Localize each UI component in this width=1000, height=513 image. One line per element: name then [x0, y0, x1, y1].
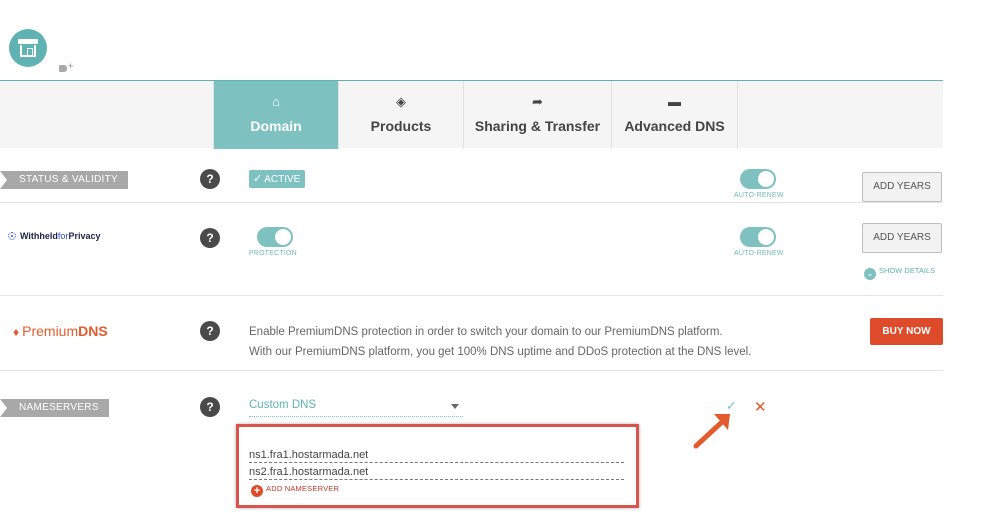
tab-label: Advanced DNS — [624, 118, 725, 134]
house-arrow-icon: ➦ — [532, 94, 543, 109]
premium-help-icon[interactable]: ? — [200, 321, 220, 341]
premium-dns-description: Enable PremiumDNS protection in order to… — [249, 326, 752, 358]
chevron-down-icon: ⌄ — [864, 268, 876, 280]
privacy-dot-icon — [8, 232, 16, 240]
nameservers-label: NAMESERVERS — [0, 399, 109, 417]
diamond-icon: ♦ — [13, 325, 20, 339]
add-years-button[interactable]: ADD YEARS — [862, 172, 942, 202]
divider — [0, 202, 943, 203]
nameservers-help-icon[interactable]: ? — [200, 397, 220, 417]
status-validity-label: STATUS & VALIDITY — [0, 171, 129, 189]
divider — [0, 295, 943, 296]
status-badge: ✓ ACTIVE — [249, 170, 306, 188]
tab-advanced-dns[interactable]: ▬ Advanced DNS — [612, 81, 738, 149]
privacy-auto-renew-toggle[interactable] — [740, 227, 776, 247]
store-icon — [9, 29, 47, 67]
home-icon: ⌂ — [272, 94, 280, 109]
status-badge-text: ACTIVE — [264, 174, 301, 185]
divider — [0, 370, 943, 371]
protection-label: PROTECTION — [249, 250, 297, 257]
privacy-auto-renew-label: AUTO-RENEW — [734, 250, 784, 257]
nameserver-2-input[interactable]: ns2.fra1.hostarmada.net — [249, 464, 624, 480]
tab-sharing-transfer[interactable]: ➦ Sharing & Transfer — [464, 81, 612, 149]
tab-domain[interactable]: ⌂ Domain — [213, 81, 339, 149]
protection-toggle[interactable] — [257, 227, 293, 247]
tab-products[interactable]: ◈ Products — [339, 81, 464, 149]
auto-renew-toggle[interactable] — [740, 169, 776, 189]
show-details-link[interactable]: ⌄ SHOW DETAILS — [864, 266, 935, 280]
nameserver-list-highlight: ns1.fra1.hostarmada.net ns2.fra1.hostarm… — [236, 424, 639, 508]
privacy-help-icon[interactable]: ? — [200, 228, 220, 248]
check-icon: ✓ — [253, 173, 263, 185]
box-icon: ◈ — [396, 94, 406, 109]
tab-label: Products — [370, 118, 432, 134]
tab-label: Sharing & Transfer — [474, 118, 601, 134]
domain-tab-bar: ⌂ Domain ◈ Products ➦ Sharing & Transfer… — [0, 80, 943, 149]
add-nameserver-button[interactable]: + ADD NAMESERVER — [251, 484, 339, 497]
privacy-add-years-button[interactable]: ADD YEARS — [862, 223, 942, 253]
nameserver-1-input[interactable]: ns1.fra1.hostarmada.net — [249, 447, 624, 463]
buy-now-button[interactable]: BUY NOW — [870, 318, 943, 345]
premium-dns-logo: ♦ PremiumDNS — [13, 323, 108, 339]
tag-add-icon[interactable]: + — [59, 61, 73, 73]
auto-renew-label: AUTO-RENEW — [734, 192, 784, 199]
caret-down-icon — [451, 404, 459, 409]
status-help-icon[interactable]: ? — [200, 169, 220, 189]
router-icon: ▬ — [668, 94, 681, 109]
tab-label: Domain — [250, 118, 302, 134]
plus-circle-icon: + — [251, 485, 263, 497]
withheld-for-privacy-logo: WithheldforPrivacy — [8, 231, 100, 241]
annotation-arrow — [693, 414, 730, 449]
dns-type-select[interactable]: Custom DNS — [249, 399, 463, 417]
cancel-x-icon[interactable]: ✕ — [754, 398, 767, 416]
